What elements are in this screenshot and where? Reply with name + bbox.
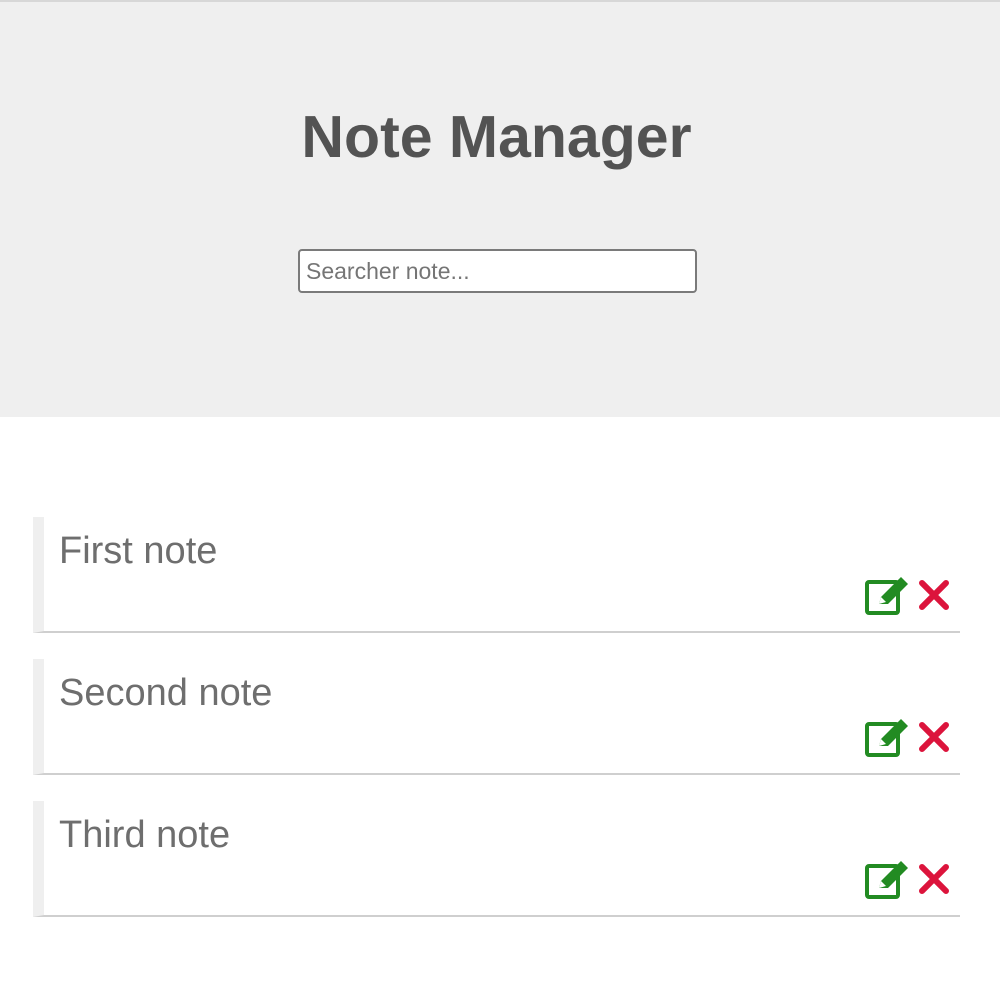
edit-icon[interactable] <box>864 575 912 617</box>
note-title: Second note <box>59 672 273 714</box>
note-title: Third note <box>59 814 231 856</box>
close-icon[interactable] <box>918 859 950 901</box>
note-actions <box>864 717 950 759</box>
search-input[interactable] <box>298 249 697 293</box>
note-actions <box>864 859 950 901</box>
header: Note Manager <box>0 0 1000 417</box>
page-title: Note Manager <box>301 104 692 170</box>
note-actions <box>864 575 950 617</box>
note-item: Third note <box>33 801 960 917</box>
note-title: First note <box>59 530 218 572</box>
note-item: Second note <box>33 659 960 775</box>
close-icon[interactable] <box>918 717 950 759</box>
close-icon[interactable] <box>918 575 950 617</box>
edit-icon[interactable] <box>864 717 912 759</box>
note-item: First note <box>33 517 960 633</box>
edit-icon[interactable] <box>864 859 912 901</box>
note-list: First note Second note Third note <box>33 517 960 943</box>
